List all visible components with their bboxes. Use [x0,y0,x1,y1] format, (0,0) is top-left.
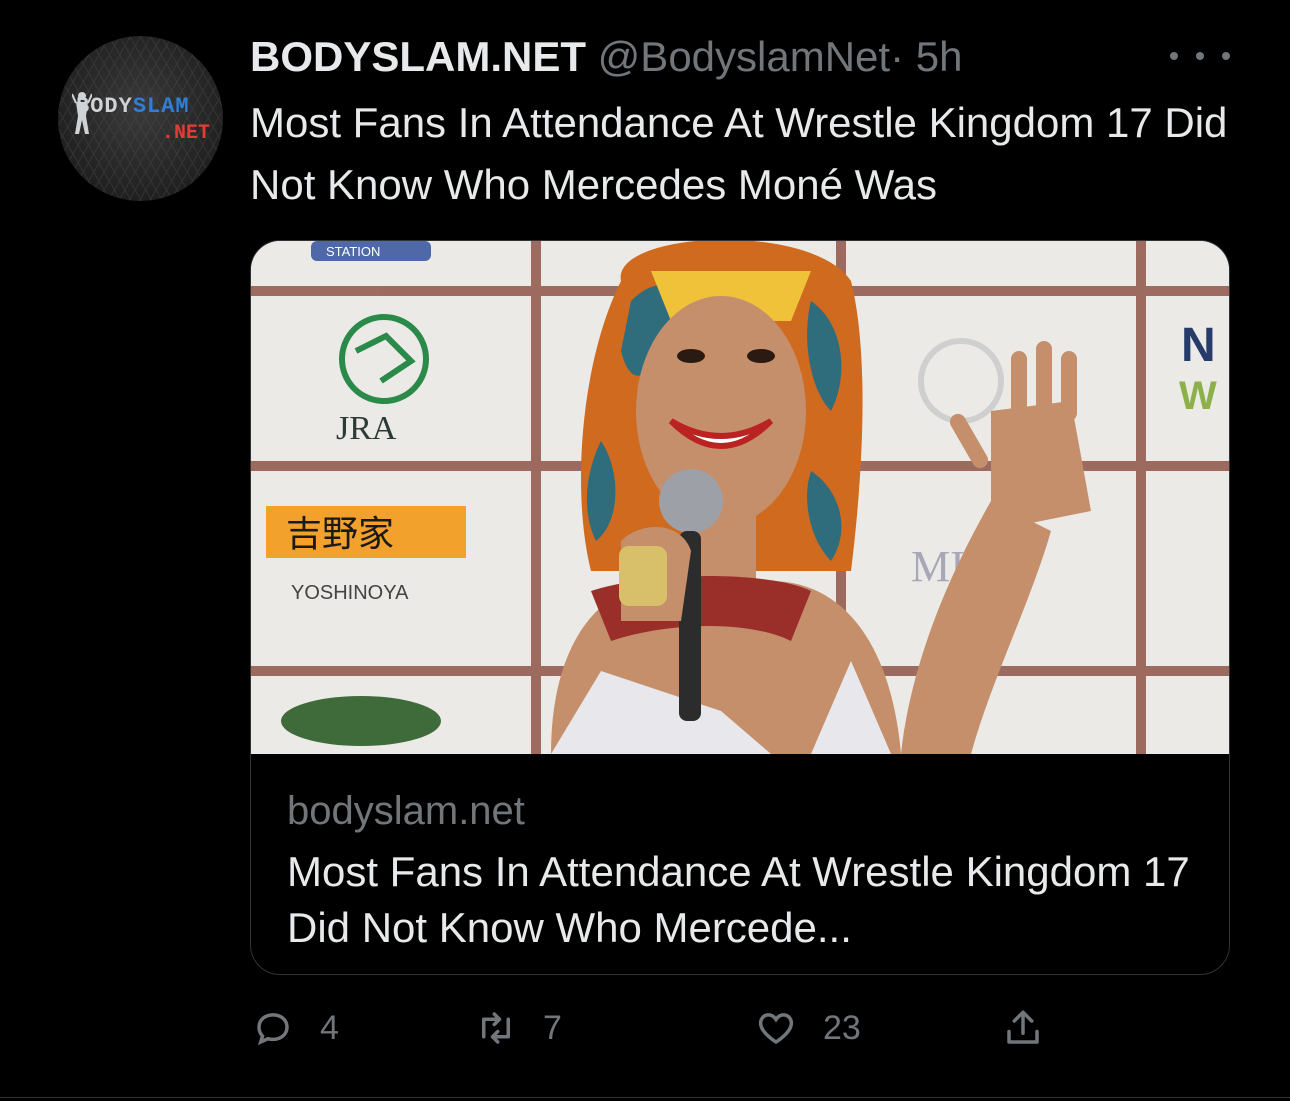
yoshinoya-text: YOSHINOYA [291,582,409,604]
tweet-header: BODYSLAM.NET @BodyslamNet· 5h [250,30,962,84]
tweet-time[interactable]: 5h [916,33,963,80]
retweet-button[interactable]: 7 [475,1000,562,1056]
bottom-logo [281,696,441,746]
author-name[interactable]: BODYSLAM.NET [250,33,586,80]
divider [0,1097,1290,1098]
card-title: Most Fans In Attendance At Wrestle Kingd… [287,848,1190,951]
separator-dot: · [890,33,905,80]
n-text: N [1181,319,1216,372]
like-button[interactable]: 23 [755,1000,861,1056]
jra-text: JRA [336,410,397,447]
reply-icon [257,1013,289,1046]
avatar-logo-slam: SLAM [132,94,190,119]
avatar[interactable]: BODYSLAM .NET [58,36,223,201]
link-card[interactable]: STATION JRA 吉野家 YOSHINOYA MICA N W [250,240,1230,975]
yoshinoya-kanji: 吉野家 [286,514,394,555]
retweet-count: 7 [543,1008,562,1047]
card-photo: STATION JRA 吉野家 YOSHINOYA MICA N W [251,241,1229,754]
share-button[interactable] [1002,1000,1070,1056]
tweet-text: Most Fans In Attendance At Wrestle Kingd… [250,99,1228,208]
avatar-logo-net: .NET [162,122,211,145]
card-image[interactable]: STATION JRA 吉野家 YOSHINOYA MICA N W [251,241,1229,754]
reply-count: 4 [320,1008,339,1047]
more-icon[interactable] [1170,42,1230,70]
share-icon [1007,1010,1039,1044]
avatar-logo-text: BODYSLAM [76,94,190,119]
retweet-icon [482,1012,510,1044]
card-meta: bodyslam.net Most Fans In Attendance At … [251,754,1229,956]
author-handle[interactable]: @BodyslamNet [598,33,890,80]
like-icon [758,1013,794,1045]
like-count: 23 [823,1008,861,1047]
action-bar: 4 7 23 [250,1000,1070,1056]
card-domain: bodyslam.net [287,789,525,833]
w-text: W [1179,374,1217,418]
reply-button[interactable]: 4 [252,1000,339,1056]
avatar-logo-body: BODY [76,94,133,119]
banner-top-text: STATION [326,244,380,259]
